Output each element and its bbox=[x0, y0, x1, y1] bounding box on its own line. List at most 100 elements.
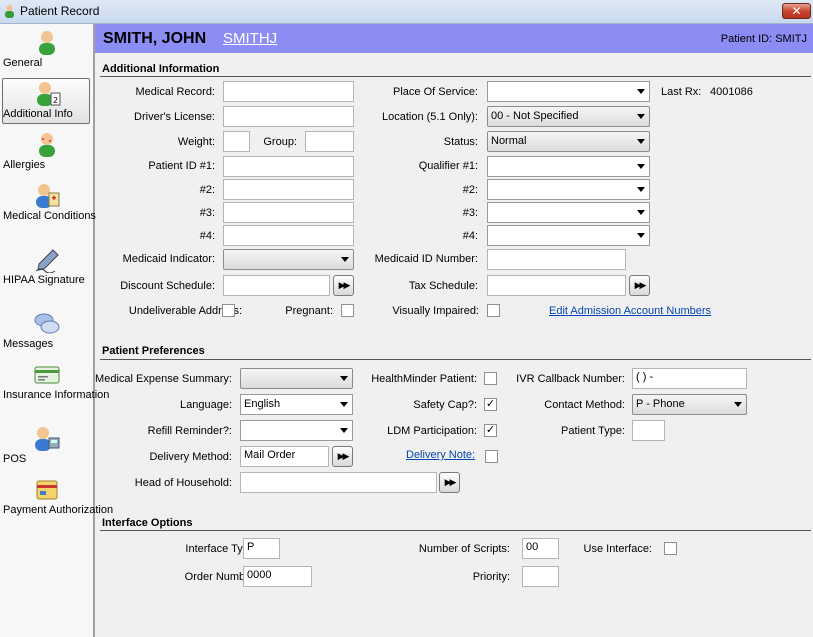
sidebar-item-hipaa-signature[interactable]: HIPAA Signature bbox=[3, 247, 91, 286]
section-title-additional-information: Additional Information bbox=[102, 63, 220, 75]
sidebar-item-medical-conditions[interactable]: Medical Conditions bbox=[3, 183, 96, 222]
delivery-method-lookup-button[interactable]: ▶▶ bbox=[332, 446, 353, 467]
patient-type-label: Patient Type: bbox=[560, 425, 625, 437]
priority-input[interactable] bbox=[522, 566, 559, 587]
qualifier-3-select[interactable] bbox=[487, 202, 650, 223]
insurance-card-icon bbox=[34, 366, 60, 384]
discount-schedule-lookup-button[interactable]: ▶▶ bbox=[333, 275, 354, 296]
medicaid-id-label: Medicaid ID Number: bbox=[374, 253, 478, 265]
patient-name: SMITH, JOHN bbox=[103, 30, 207, 47]
tax-schedule-label: Tax Schedule: bbox=[408, 280, 478, 292]
delivery-note-link[interactable]: Delivery Note: bbox=[406, 449, 475, 461]
order-number-input[interactable]: 0000 bbox=[243, 566, 312, 587]
use-interface-label: Use Interface: bbox=[583, 543, 652, 555]
sidebar-item-additional-info[interactable]: 2 Additional Info bbox=[3, 81, 91, 120]
language-label: Language: bbox=[180, 399, 232, 411]
sidebar-item-payment-authorization[interactable]: Payment Authorization bbox=[3, 477, 113, 516]
contact-method-value: P - Phone bbox=[636, 398, 685, 410]
undeliverable-address-checkbox[interactable] bbox=[222, 304, 235, 317]
ivr-callback-number-input[interactable]: ( ) - bbox=[632, 368, 747, 389]
patient-code-link[interactable]: SMITHJ bbox=[223, 30, 277, 47]
language-select[interactable]: English bbox=[240, 394, 353, 415]
patient-id-4-input[interactable] bbox=[223, 225, 354, 246]
healthminder-patient-checkbox[interactable] bbox=[484, 372, 497, 385]
refill-reminder-select[interactable] bbox=[240, 420, 353, 441]
chevron-down-icon bbox=[637, 89, 645, 94]
number-of-scripts-input[interactable]: 00 bbox=[522, 538, 559, 559]
section-divider bbox=[100, 530, 811, 531]
patient-type-input[interactable] bbox=[632, 420, 665, 441]
medicaid-id-input[interactable] bbox=[487, 249, 626, 270]
contact-method-select[interactable]: P - Phone bbox=[632, 394, 747, 415]
chat-bubbles-icon bbox=[34, 313, 60, 334]
ivr-callback-number-label: IVR Callback Number: bbox=[516, 373, 625, 385]
last-rx-label: Last Rx: bbox=[661, 86, 702, 98]
drivers-license-input[interactable] bbox=[223, 106, 354, 127]
status-value: Normal bbox=[491, 135, 527, 147]
window-title: Patient Record bbox=[20, 4, 100, 18]
section-divider bbox=[100, 76, 811, 77]
interface-type-input[interactable]: P bbox=[243, 538, 280, 559]
weight-input[interactable] bbox=[223, 131, 250, 152]
sidebar-item-allergies[interactable]: Allergies bbox=[3, 132, 91, 171]
tax-schedule-input[interactable] bbox=[487, 275, 626, 296]
person-info-icon: 2 bbox=[37, 82, 61, 106]
safety-cap-label: Safety Cap?: bbox=[413, 399, 477, 411]
medicaid-indicator-select[interactable] bbox=[223, 249, 354, 270]
delivery-note-checkbox[interactable] bbox=[485, 450, 498, 463]
patient-id-3-input[interactable] bbox=[223, 202, 354, 223]
sidebar-item-pos[interactable]: POS bbox=[3, 426, 91, 465]
discount-schedule-input[interactable] bbox=[223, 275, 330, 296]
pregnant-checkbox[interactable] bbox=[341, 304, 354, 317]
location-select[interactable]: 00 - Not Specified bbox=[487, 106, 650, 127]
section-divider bbox=[100, 359, 811, 360]
tax-schedule-lookup-button[interactable]: ▶▶ bbox=[629, 275, 650, 296]
qualifier-4-label: #4: bbox=[462, 230, 478, 242]
sidebar-item-label: HIPAA Signature bbox=[3, 274, 85, 286]
sidebar-item-messages[interactable]: Messages bbox=[3, 311, 91, 350]
group-input[interactable] bbox=[305, 131, 354, 152]
medical-expense-summary-select[interactable] bbox=[240, 368, 353, 389]
fast-forward-icon: ▶▶ bbox=[634, 280, 647, 290]
chevron-down-icon bbox=[637, 233, 645, 238]
chevron-down-icon bbox=[637, 187, 645, 192]
discount-schedule-label: Discount Schedule: bbox=[120, 280, 215, 292]
use-interface-checkbox[interactable] bbox=[664, 542, 677, 555]
head-of-household-lookup-button[interactable]: ▶▶ bbox=[439, 472, 460, 493]
delivery-method-input[interactable]: Mail Order bbox=[240, 446, 329, 467]
edit-admission-account-numbers-link[interactable]: Edit Admission Account Numbers bbox=[549, 305, 711, 317]
close-button[interactable]: ✕ bbox=[782, 3, 811, 19]
head-of-household-input[interactable] bbox=[240, 472, 437, 493]
qualifier-1-select[interactable] bbox=[487, 156, 650, 177]
ldm-participation-checkbox[interactable]: ✓ bbox=[484, 424, 497, 437]
sidebar-item-label: POS bbox=[3, 453, 27, 465]
visually-impaired-checkbox[interactable] bbox=[487, 304, 500, 317]
qualifier-4-select[interactable] bbox=[487, 225, 650, 246]
chevron-down-icon bbox=[637, 114, 645, 119]
chevron-down-icon bbox=[340, 402, 348, 407]
safety-cap-checkbox[interactable]: ✓ bbox=[484, 398, 497, 411]
patient-id-2-input[interactable] bbox=[223, 179, 354, 200]
patient-id-3-label: #3: bbox=[199, 207, 215, 219]
sidebar-item-insurance-information[interactable]: Insurance Information bbox=[3, 362, 109, 401]
checkmark-icon: ✓ bbox=[485, 424, 496, 436]
location-label: Location (5.1 Only): bbox=[382, 111, 478, 123]
medical-record-label: Medical Record: bbox=[135, 86, 215, 98]
place-of-service-select[interactable] bbox=[487, 81, 650, 102]
place-of-service-label: Place Of Service: bbox=[393, 86, 478, 98]
chevron-down-icon bbox=[341, 257, 349, 262]
sidebar-item-label: General bbox=[3, 57, 43, 69]
sidebar-item-general[interactable]: General bbox=[3, 30, 91, 69]
qualifier-2-select[interactable] bbox=[487, 179, 650, 200]
qualifier-3-label: #3: bbox=[462, 207, 478, 219]
refill-reminder-label: Refill Reminder?: bbox=[147, 425, 232, 437]
status-select[interactable]: Normal bbox=[487, 131, 650, 152]
allergy-person-icon bbox=[39, 133, 55, 157]
medical-record-input[interactable] bbox=[223, 81, 354, 102]
group-label: Group: bbox=[263, 136, 297, 148]
patient-id-1-input[interactable] bbox=[223, 156, 354, 177]
person-icon bbox=[39, 31, 55, 55]
medicaid-indicator-label: Medicaid Indicator: bbox=[122, 253, 215, 265]
chevron-down-icon bbox=[637, 210, 645, 215]
last-rx-value: 4001086 bbox=[710, 86, 753, 98]
